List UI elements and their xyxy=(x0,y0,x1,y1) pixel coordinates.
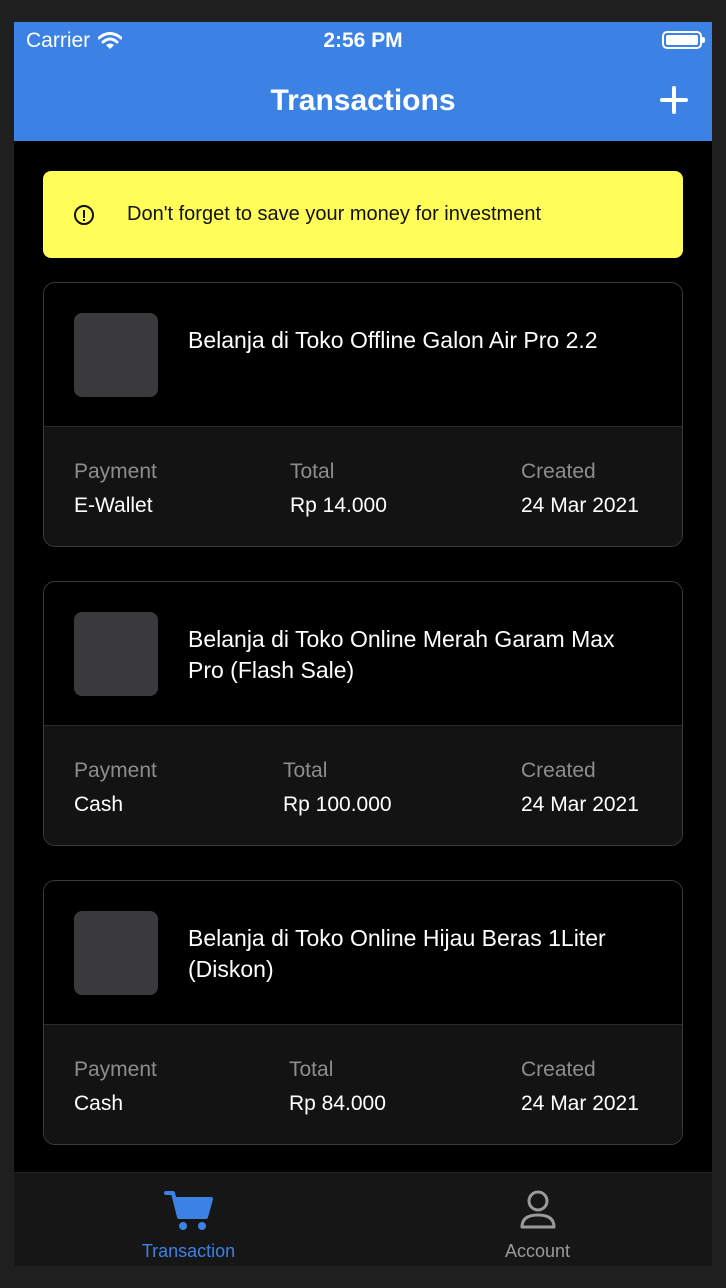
plus-icon[interactable] xyxy=(656,82,692,118)
payment-value: Cash xyxy=(74,793,124,816)
created-value: 24 Mar 2021 xyxy=(521,494,639,517)
transaction-thumbnail xyxy=(74,612,158,696)
payment-value: E-Wallet xyxy=(74,494,153,517)
payment-column: Payment Cash xyxy=(74,758,157,818)
created-value: 24 Mar 2021 xyxy=(521,793,639,816)
transaction-thumbnail xyxy=(74,313,158,397)
total-column: Total Rp 84.000 xyxy=(289,1057,386,1117)
tab-account[interactable]: Account xyxy=(363,1173,712,1266)
card-header: Belanja di Toko Online Hijau Beras 1Lite… xyxy=(44,881,682,1024)
created-label: Created xyxy=(521,460,596,483)
payment-column: Payment Cash xyxy=(74,1057,157,1117)
banner-text: Don't forget to save your money for inve… xyxy=(127,203,542,225)
card-details: Payment Cash Total Rp 100.000 Created 24… xyxy=(44,725,682,845)
payment-value: Cash xyxy=(74,1092,124,1115)
tab-label: Account xyxy=(504,1241,571,1261)
battery-icon xyxy=(662,31,705,49)
transaction-title: Belanja di Toko Online Hijau Beras 1Lite… xyxy=(188,925,606,982)
tab-label: Transaction xyxy=(141,1241,236,1261)
card-header: Belanja di Toko Offline Galon Air Pro 2.… xyxy=(44,283,682,426)
user-icon xyxy=(520,1190,555,1229)
card-header: Belanja di Toko Online Merah Garam Max P… xyxy=(44,582,682,725)
reminder-banner: Don't forget to save your money for inve… xyxy=(43,171,683,258)
payment-label: Payment xyxy=(74,759,157,782)
total-column: Total Rp 100.000 xyxy=(283,758,392,818)
created-label: Created xyxy=(521,759,596,782)
screen: Carrier 2:56 PM Transactions Don't forge… xyxy=(14,22,712,1266)
status-time: 2:56 PM xyxy=(323,29,403,52)
transaction-card[interactable]: Belanja di Toko Offline Galon Air Pro 2.… xyxy=(43,282,683,547)
total-column: Total Rp 14.000 xyxy=(290,459,387,519)
page-title: Transactions xyxy=(270,84,456,117)
payment-column: Payment E-Wallet xyxy=(74,459,157,519)
total-label: Total xyxy=(289,1058,334,1081)
tab-transaction[interactable]: Transaction xyxy=(14,1173,363,1266)
created-column: Created 24 Mar 2021 xyxy=(521,1057,639,1117)
transaction-card[interactable]: Belanja di Toko Online Hijau Beras 1Lite… xyxy=(43,880,683,1145)
transaction-card[interactable]: Belanja di Toko Online Merah Garam Max P… xyxy=(43,581,683,846)
total-label: Total xyxy=(283,759,328,782)
transaction-title: Belanja di Toko Online Merah Garam Max P… xyxy=(188,626,615,683)
total-value: Rp 84.000 xyxy=(289,1092,386,1115)
transaction-title: Belanja di Toko Offline Galon Air Pro 2.… xyxy=(188,327,598,353)
bottom-tab-bar: Transaction Account xyxy=(14,1172,712,1266)
transaction-thumbnail xyxy=(74,911,158,995)
created-label: Created xyxy=(521,1058,596,1081)
app-header: Carrier 2:56 PM Transactions xyxy=(14,22,712,141)
cart-icon xyxy=(163,1191,213,1230)
info-icon xyxy=(74,204,94,225)
payment-label: Payment xyxy=(74,460,157,483)
total-value: Rp 100.000 xyxy=(283,793,392,816)
total-value: Rp 14.000 xyxy=(290,494,387,517)
payment-label: Payment xyxy=(74,1058,157,1081)
card-details: Payment Cash Total Rp 84.000 Created 24 … xyxy=(44,1024,682,1144)
created-column: Created 24 Mar 2021 xyxy=(521,459,639,519)
created-value: 24 Mar 2021 xyxy=(521,1092,639,1115)
total-label: Total xyxy=(290,460,335,483)
card-details: Payment E-Wallet Total Rp 14.000 Created… xyxy=(44,426,682,546)
created-column: Created 24 Mar 2021 xyxy=(521,758,639,818)
